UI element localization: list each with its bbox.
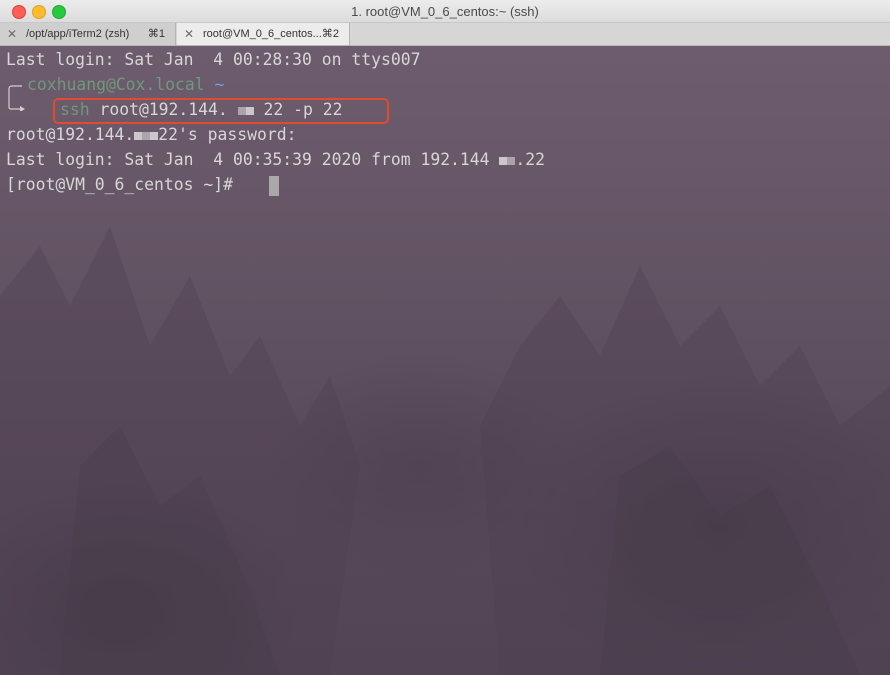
tab-label: root@VM_0_6_centos...: [203, 28, 322, 40]
tab-zsh[interactable]: ✕ /opt/app/iTerm2 (zsh) ⌘1: [0, 23, 176, 45]
tab-bar: ✕ /opt/app/iTerm2 (zsh) ⌘1 ✕ root@VM_0_6…: [0, 23, 890, 46]
password-host-prefix: root@192.144.: [6, 125, 135, 144]
terminal-pane[interactable]: Last login: Sat Jan 4 00:28:30 on ttys00…: [0, 46, 890, 675]
shell-prompt-line: [root@VM_0_6_centos ~]#: [6, 175, 233, 194]
tab-ssh[interactable]: ✕ root@VM_0_6_centos... ⌘2: [177, 23, 350, 45]
zsh-prompt-line: coxhuang@Cox.local ~: [27, 74, 224, 96]
text-cursor: [269, 176, 279, 196]
redacted-ip-block: [142, 131, 151, 140]
redacted-ip-block: [134, 131, 143, 140]
prompt-directory: ~: [214, 75, 225, 94]
remote-last-login-line: Last login: Sat Jan 4 00:35:39 2020 from…: [6, 149, 545, 171]
redacted-ip-block: [150, 131, 159, 140]
remote-login-suffix: .22: [515, 150, 546, 169]
prompt-branch-icon: [8, 85, 25, 111]
tab-label: /opt/app/iTerm2 (zsh): [26, 28, 130, 40]
redacted-ip-block: [499, 156, 508, 165]
prompt-user-host: coxhuang@Cox.local: [27, 75, 205, 94]
last-login-line: Last login: Sat Jan 4 00:28:30 on ttys00…: [6, 50, 421, 69]
tab-shortcut: ⌘1: [147, 28, 165, 40]
title-bar[interactable]: 1. root@VM_0_6_centos:~ (ssh): [0, 0, 890, 23]
remote-login-prefix: Last login: Sat Jan 4 00:35:39 2020 from…: [6, 150, 500, 169]
highlight-box: [53, 98, 389, 124]
redacted-ip-block: [507, 156, 516, 165]
close-icon[interactable]: ✕: [184, 23, 194, 45]
password-prompt-line: root@192.144. 22's password:: [6, 124, 296, 146]
window-title: 1. root@VM_0_6_centos:~ (ssh): [351, 4, 539, 19]
password-host-suffix: 22's password:: [158, 125, 297, 144]
close-icon[interactable]: ✕: [7, 23, 17, 45]
terminal-window: 1. root@VM_0_6_centos:~ (ssh) ✕ /opt/app…: [0, 0, 890, 675]
tab-shortcut: ⌘2: [321, 28, 339, 40]
